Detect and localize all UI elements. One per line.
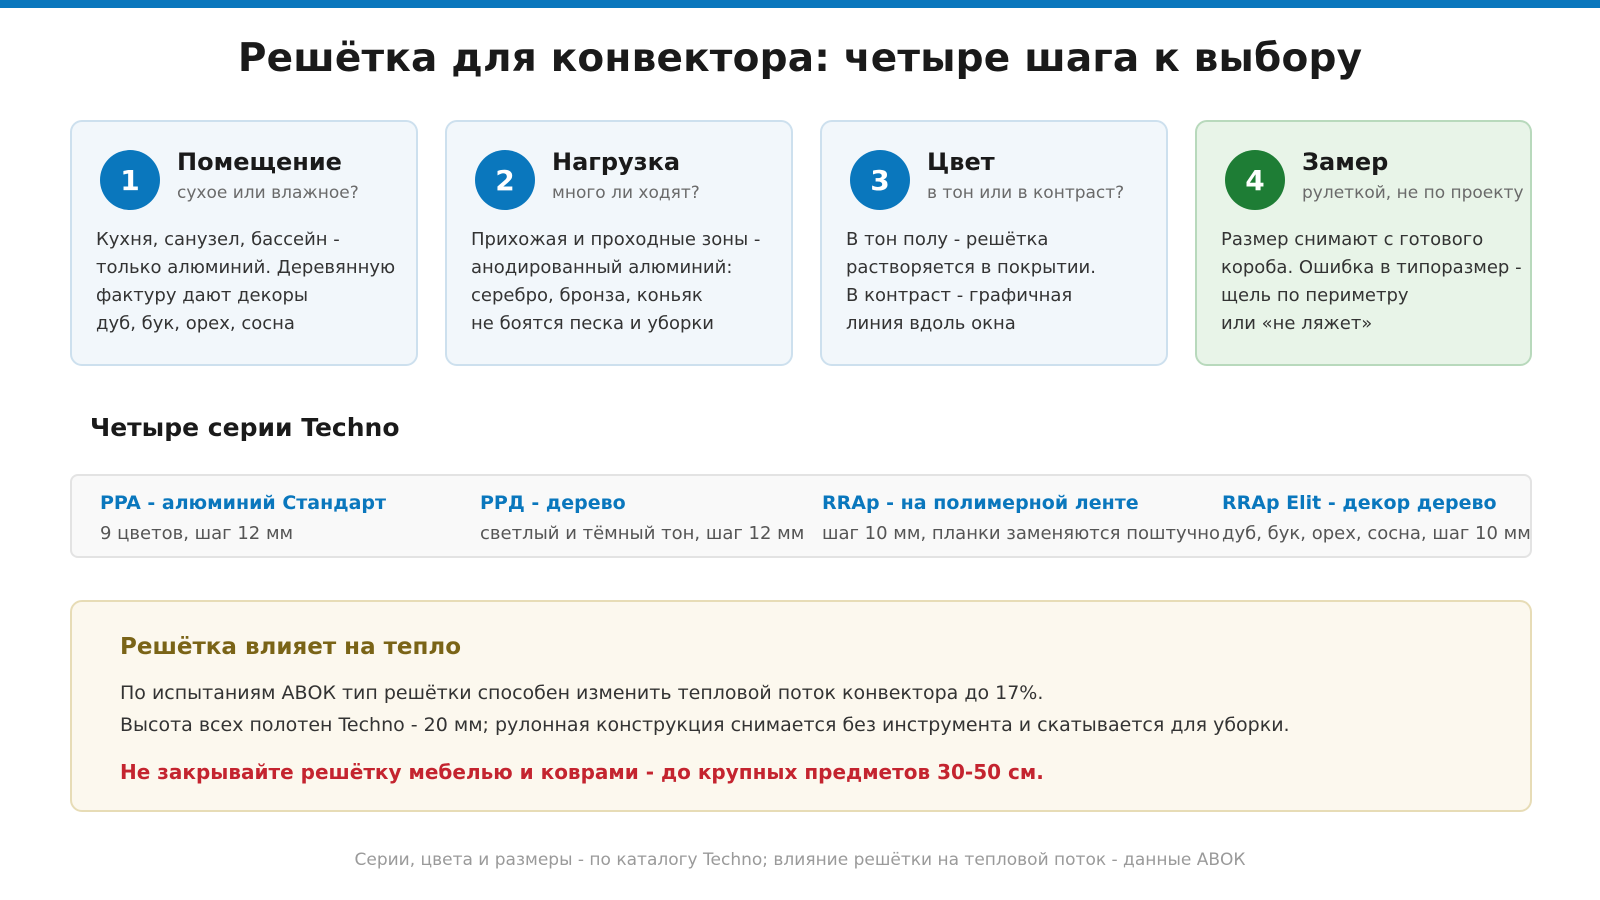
series-section-title: Четыре серии Techno (90, 413, 400, 442)
step-card-load: 2 Нагрузка много ли ходят? Прихожая и пр… (445, 120, 793, 366)
heat-notice-panel: Решётка влияет на тепло По испытаниям АВ… (70, 600, 1532, 812)
step-number-badge: 2 (475, 150, 535, 210)
notice-warning: Не закрывайте решётку мебелью и коврами … (120, 760, 1044, 784)
step-description-line: не боятся песка и уборки (471, 313, 714, 334)
page-title: Решётка для конвектора: четыре шага к вы… (237, 36, 1363, 81)
step-description-line: серебро, бронза, коньяк (471, 285, 703, 306)
step-subtitle: в тон или в контраст? (927, 183, 1125, 203)
step-title: Помещение (177, 148, 342, 176)
series-description: 9 цветов, шаг 12 мм (100, 523, 294, 544)
step-description: Прихожая и проходные зоны - анодированны… (471, 226, 775, 338)
step-number-badge: 4 (1225, 150, 1285, 210)
series-item: PPA - алюминий Стандарт 9 цветов, шаг 12… (100, 492, 386, 544)
series-item: PPД - дерево светлый и тёмный тон, шаг 1… (480, 492, 804, 544)
series-description: дуб, бук, орех, сосна, шаг 10 мм (1222, 523, 1531, 544)
step-description-line: В тон полу - решётка (846, 229, 1049, 250)
step-card-color: 3 Цвет в тон или в контраст? В тон полу … (820, 120, 1168, 366)
step-number-badge: 1 (100, 150, 160, 210)
series-name: PPA - алюминий Стандарт (100, 492, 387, 514)
step-description-line: щель по периметру (1221, 285, 1409, 306)
step-number-badge: 3 (850, 150, 910, 210)
step-title: Цвет (927, 148, 995, 176)
step-title: Замер (1302, 148, 1389, 176)
step-description: В тон полу - решётка растворяется в покр… (846, 226, 1150, 338)
step-card-room: 1 Помещение сухое или влажное? Кухня, са… (70, 120, 418, 366)
series-name: RRAp - на полимерной ленте (822, 492, 1139, 514)
step-description-line: растворяется в покрытии. (846, 257, 1096, 278)
step-description-line: только алюминий. Деревянную (96, 257, 396, 278)
top-accent-bar (0, 0, 1600, 8)
step-description-line: Кухня, санузел, бассейн - (96, 229, 340, 250)
notice-text-line: Высота всех полотен Techno - 20 мм; руло… (120, 714, 1290, 736)
notice-text-line: По испытаниям АВОК тип решётки способен … (120, 682, 1044, 704)
series-description: светлый и тёмный тон, шаг 12 мм (480, 523, 805, 544)
notice-title: Решётка влияет на тепло (120, 634, 462, 660)
step-subtitle: много ли ходят? (552, 183, 700, 203)
series-item: RRAp - на полимерной ленте шаг 10 мм, пл… (822, 492, 1220, 544)
series-name: RRAp Elit - декор дерево (1222, 492, 1497, 514)
step-subtitle: сухое или влажное? (177, 183, 359, 203)
series-name: PPД - дерево (480, 492, 626, 514)
footer-source-note: Серии, цвета и размеры - по каталогу Tec… (354, 850, 1246, 870)
step-description: Размер снимают с готового короба. Ошибка… (1221, 226, 1522, 338)
series-panel: PPA - алюминий Стандарт 9 цветов, шаг 12… (70, 474, 1532, 558)
step-description-line: анодированный алюминий: (471, 257, 733, 278)
step-description-line: или «не ляжет» (1221, 313, 1373, 334)
step-description-line: фактуру дают декоры (96, 285, 309, 306)
steps-row: 1 Помещение сухое или влажное? Кухня, са… (70, 120, 1532, 370)
series-description: шаг 10 мм, планки заменяются поштучно (822, 523, 1221, 544)
step-subtitle: рулеткой, не по проекту (1302, 183, 1524, 203)
step-description-line: В контраст - графичная (846, 285, 1073, 306)
step-description: Кухня, санузел, бассейн - только алюмини… (96, 226, 400, 338)
step-description-line: линия вдоль окна (846, 313, 1016, 334)
step-description-line: Прихожая и проходные зоны - (471, 229, 761, 250)
step-card-measure: 4 Замер рулеткой, не по проекту Размер с… (1195, 120, 1532, 366)
series-item: RRAp Elit - декор дерево дуб, бук, орех,… (1222, 492, 1531, 544)
step-description-line: короба. Ошибка в типоразмер - (1221, 257, 1522, 278)
step-title: Нагрузка (552, 148, 681, 176)
step-description-line: Размер снимают с готового (1221, 229, 1484, 250)
step-description-line: дуб, бук, орех, сосна (96, 313, 295, 334)
